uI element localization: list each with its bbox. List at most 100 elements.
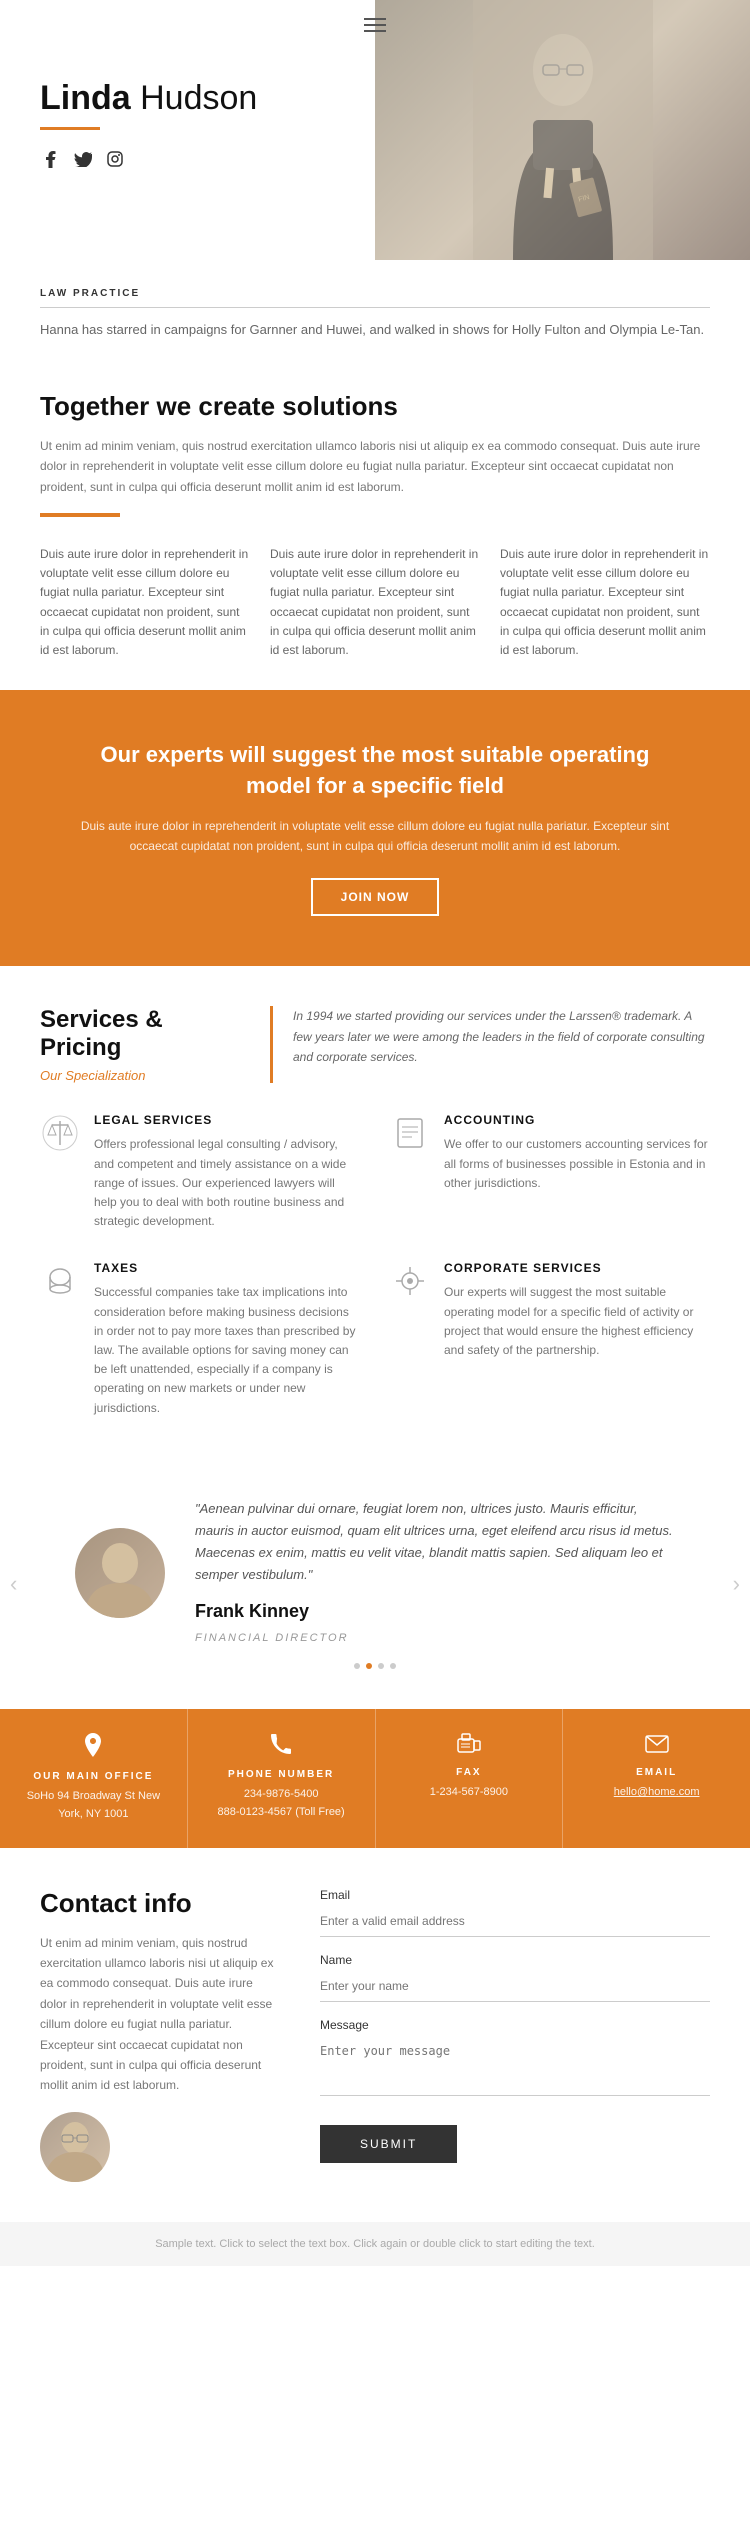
corporate-title: CORPORATE SERVICES	[444, 1261, 710, 1275]
phone-icon	[204, 1733, 359, 1761]
footer-note-text: Sample text. Click to select the text bo…	[155, 2238, 595, 2250]
legal-content: LEGAL SERVICES Offers professional legal…	[94, 1113, 360, 1231]
solutions-columns: Duis aute irure dolor in reprehenderit i…	[40, 545, 710, 660]
hero-name: Linda Hudson	[40, 80, 345, 117]
accounting-icon	[390, 1113, 430, 1153]
message-form-label: Message	[320, 2018, 710, 2032]
testimonial-name: Frank Kinney	[195, 1596, 675, 1627]
name-input[interactable]	[320, 1971, 710, 2002]
corporate-icon	[390, 1261, 430, 1301]
orange-banner: Our experts will suggest the most suitab…	[0, 690, 750, 966]
corporate-content: CORPORATE SERVICES Our experts will sugg…	[444, 1261, 710, 1360]
fax-value: 1-234-567-8900	[392, 1784, 547, 1802]
office-value: SoHo 94 Broadway St NewYork, NY 1001	[16, 1788, 171, 1823]
law-text: Hanna has starred in campaigns for Garnn…	[40, 320, 710, 341]
solutions-desc: Ut enim ad minim veniam, quis nostrud ex…	[40, 436, 710, 497]
testimonial-role: FINANCIAL DIRECTOR	[195, 1629, 675, 1648]
taxes-title: TAXES	[94, 1261, 360, 1275]
dot-2[interactable]	[366, 1663, 372, 1669]
solutions-col-3: Duis aute irure dolor in reprehenderit i…	[500, 545, 710, 660]
name-form-group: Name	[320, 1953, 710, 2002]
taxes-content: TAXES Successful companies take tax impl…	[94, 1261, 360, 1417]
submit-button[interactable]: SUBMIT	[320, 2125, 457, 2163]
taxes-desc: Successful companies take tax implicatio…	[94, 1283, 360, 1417]
phone-label: PHONE NUMBER	[204, 1769, 359, 1780]
legal-title: LEGAL SERVICES	[94, 1113, 360, 1127]
solutions-col-2: Duis aute irure dolor in reprehenderit i…	[270, 545, 480, 660]
twitter-icon[interactable]	[72, 148, 94, 170]
testimonial-dots	[354, 1663, 396, 1669]
email-input[interactable]	[320, 1906, 710, 1937]
dot-1[interactable]	[354, 1663, 360, 1669]
accounting-title: ACCOUNTING	[444, 1113, 710, 1127]
service-accounting: ACCOUNTING We offer to our customers acc…	[390, 1113, 710, 1231]
contact-form-title: Contact info	[40, 1888, 280, 1919]
contact-fax: FAX 1-234-567-8900	[376, 1709, 564, 1847]
service-corporate: CORPORATE SERVICES Our experts will sugg…	[390, 1261, 710, 1417]
accounting-content: ACCOUNTING We offer to our customers acc…	[444, 1113, 710, 1193]
contact-avatar	[40, 2112, 110, 2182]
hero-left: Linda Hudson	[0, 0, 375, 260]
hero-section: Linda Hudson	[0, 0, 750, 260]
services-grid: LEGAL SERVICES Offers professional legal…	[40, 1113, 710, 1417]
contact-form-section: Contact info Ut enim ad minim veniam, qu…	[0, 1848, 750, 2222]
services-section: Services & Pricing Our Specialization In…	[0, 966, 750, 1457]
contact-form-desc: Ut enim ad minim veniam, quis nostrud ex…	[40, 1933, 280, 2096]
fax-label: FAX	[392, 1767, 547, 1778]
email-link[interactable]: hello@home.com	[614, 1786, 700, 1798]
contact-phone: PHONE NUMBER 234-9876-5400888-0123-4567 …	[188, 1709, 376, 1847]
footer-note: Sample text. Click to select the text bo…	[0, 2222, 750, 2266]
testimonial-avatar	[75, 1528, 165, 1618]
service-taxes: TAXES Successful companies take tax impl…	[40, 1261, 360, 1417]
instagram-icon[interactable]	[104, 148, 126, 170]
office-icon	[16, 1733, 171, 1763]
contact-form-right: Email Name Message SUBMIT	[320, 1888, 710, 2182]
facebook-icon[interactable]	[40, 148, 62, 170]
prev-arrow[interactable]: ‹	[10, 1571, 17, 1597]
services-header: Services & Pricing Our Specialization In…	[40, 1006, 710, 1083]
hero-first-name: Linda	[40, 79, 131, 117]
email-form-group: Email	[320, 1888, 710, 1937]
contact-form-left: Contact info Ut enim ad minim veniam, qu…	[40, 1888, 280, 2182]
banner-desc: Duis aute irure dolor in reprehenderit i…	[80, 816, 670, 857]
email-value: hello@home.com	[579, 1784, 734, 1802]
solutions-title: Together we create solutions	[40, 391, 710, 422]
hamburger-menu[interactable]	[364, 14, 386, 36]
banner-title: Our experts will suggest the most suitab…	[80, 740, 670, 802]
legal-desc: Offers professional legal consulting / a…	[94, 1135, 360, 1231]
office-label: OUR MAIN OFFICE	[16, 1771, 171, 1782]
accounting-desc: We offer to our customers accounting ser…	[444, 1135, 710, 1193]
email-icon	[579, 1733, 734, 1759]
services-subtitle: Our Specialization	[40, 1068, 240, 1083]
taxes-icon	[40, 1261, 80, 1301]
message-input[interactable]	[320, 2036, 710, 2096]
contact-bar: OUR MAIN OFFICE SoHo 94 Broadway St NewY…	[0, 1709, 750, 1847]
legal-icon	[40, 1113, 80, 1153]
testimonial-section: ‹ "Aenean pulvinar dui ornare, feugiat l…	[0, 1458, 750, 1710]
dot-3[interactable]	[378, 1663, 384, 1669]
message-form-group: Message	[320, 2018, 710, 2101]
social-icons	[40, 148, 345, 170]
hero-image: FIN	[375, 0, 750, 260]
testimonial-quote: "Aenean pulvinar dui ornare, feugiat lor…	[195, 1501, 673, 1582]
corporate-desc: Our experts will suggest the most suitab…	[444, 1283, 710, 1360]
testimonial-text: "Aenean pulvinar dui ornare, feugiat lor…	[195, 1498, 675, 1648]
services-title: Services & Pricing	[40, 1006, 240, 1062]
hero-last-name: Hudson	[140, 79, 257, 117]
next-arrow[interactable]: ›	[733, 1571, 740, 1597]
email-label: EMAIL	[579, 1767, 734, 1778]
contact-email: EMAIL hello@home.com	[563, 1709, 750, 1847]
phone-value: 234-9876-5400888-0123-4567 (Toll Free)	[204, 1786, 359, 1821]
email-form-label: Email	[320, 1888, 710, 1902]
dot-4[interactable]	[390, 1663, 396, 1669]
join-now-button[interactable]: JOIN NOW	[311, 878, 440, 916]
hero-photo: FIN	[375, 0, 750, 260]
fax-icon	[392, 1733, 547, 1759]
orange-divider	[40, 127, 100, 130]
solutions-col-1: Duis aute irure dolor in reprehenderit i…	[40, 545, 250, 660]
orange-bar	[40, 513, 120, 517]
law-practice-section: LAW PRACTICE Hanna has starred in campai…	[0, 260, 750, 361]
law-label: LAW PRACTICE	[40, 288, 710, 308]
services-intro: In 1994 we started providing our service…	[270, 1006, 710, 1083]
name-form-label: Name	[320, 1953, 710, 1967]
